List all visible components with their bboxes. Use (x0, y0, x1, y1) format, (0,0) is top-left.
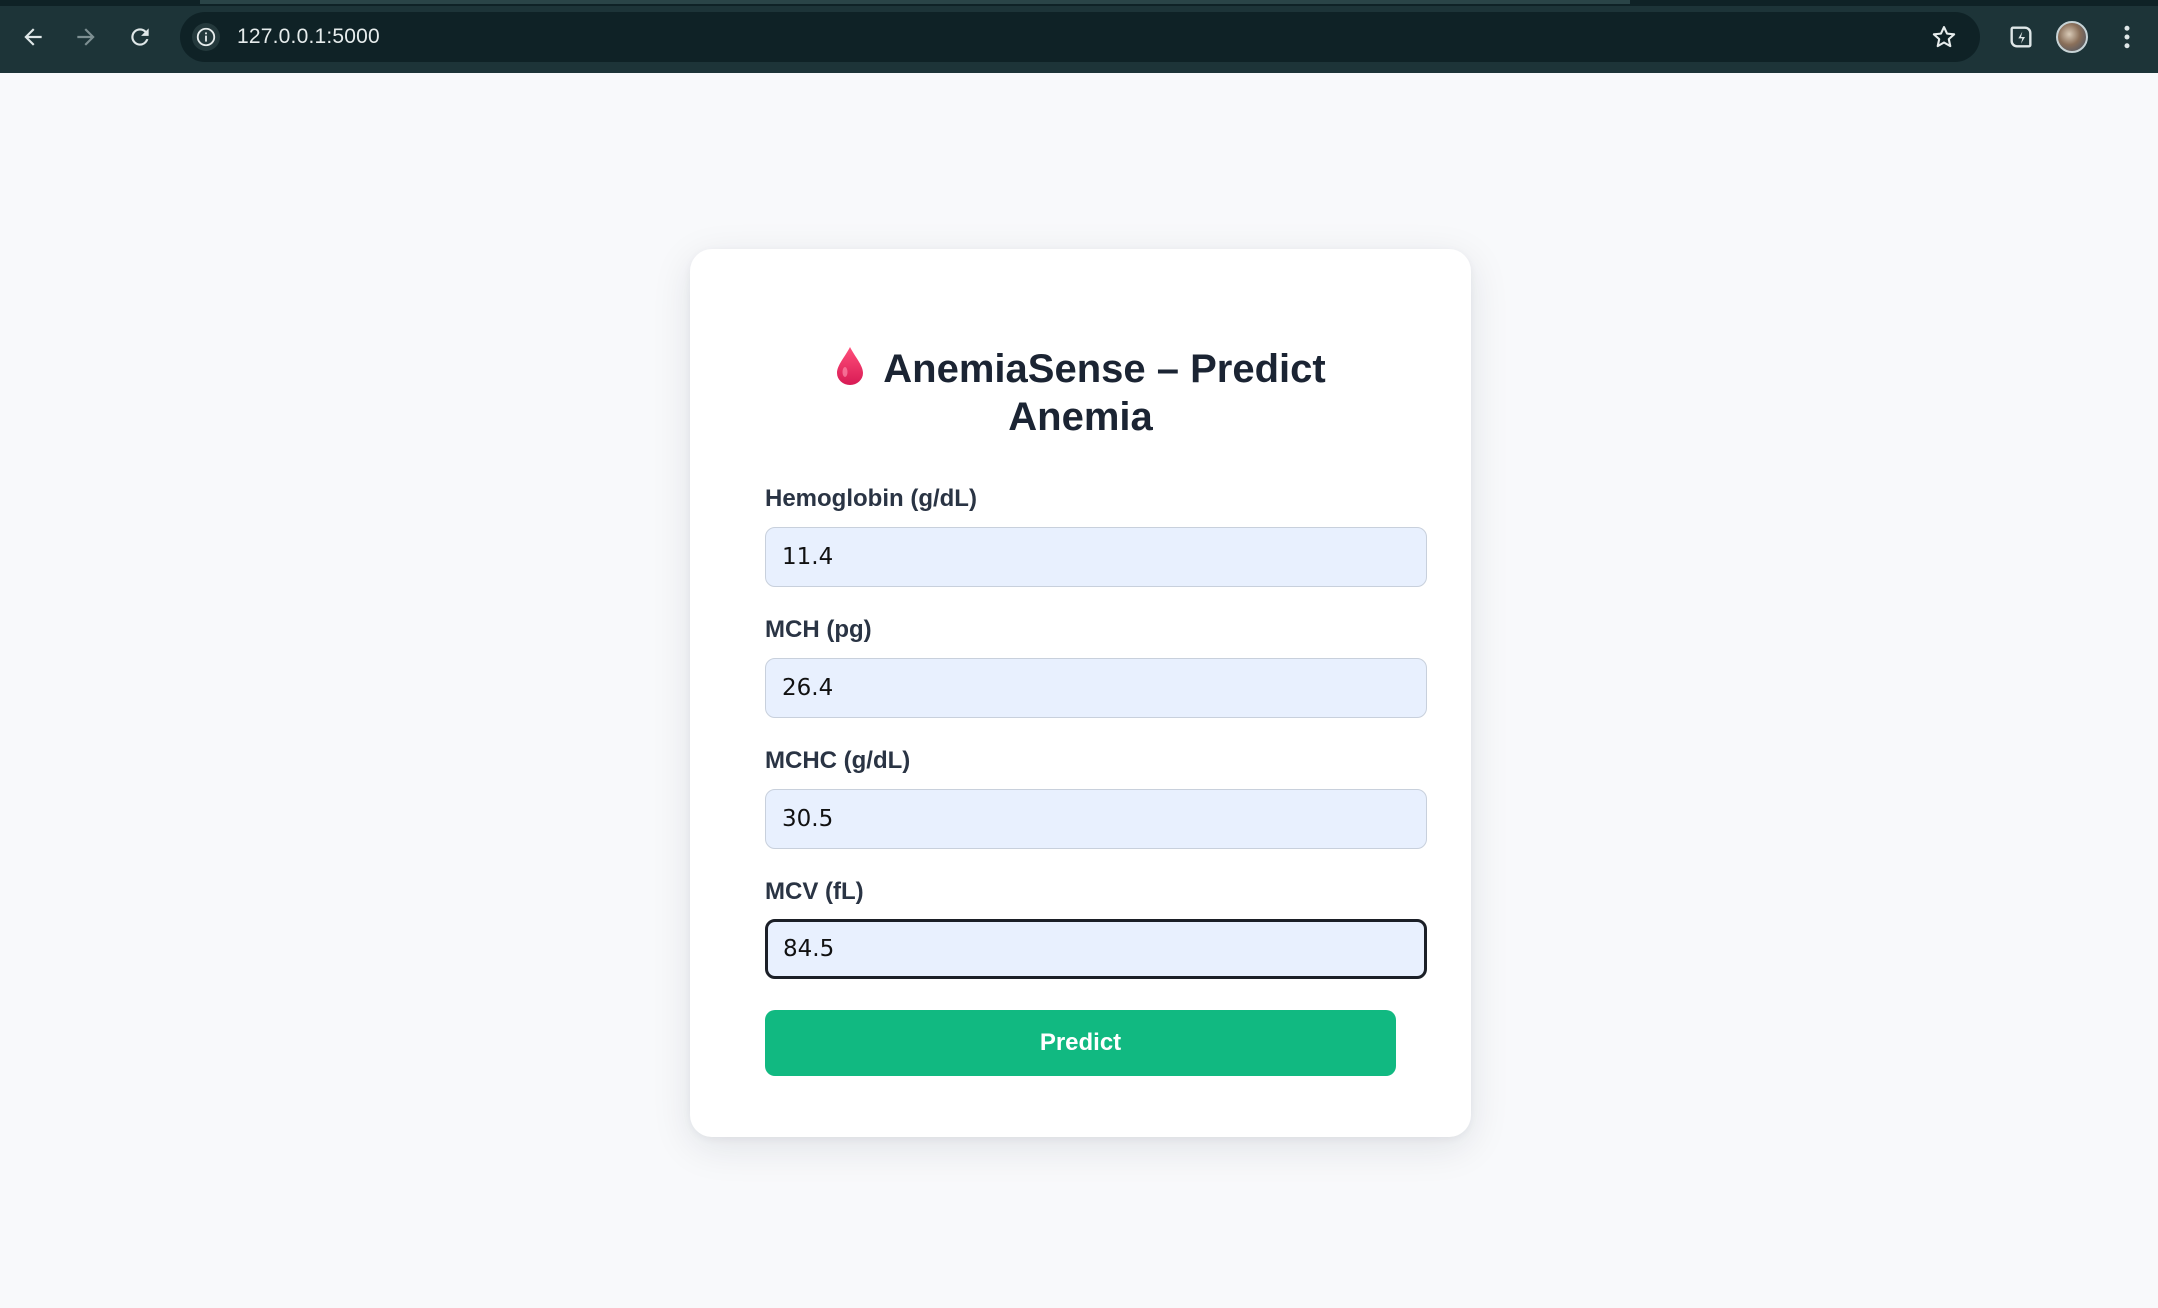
address-bar[interactable]: 127.0.0.1:5000 (180, 12, 1980, 62)
mch-label: MCH (pg) (765, 616, 872, 643)
extension-icon[interactable] (2005, 21, 2037, 53)
mchc-input[interactable] (765, 789, 1427, 849)
reload-icon[interactable] (122, 19, 158, 55)
title-line-1: AnemiaSense – Predict (883, 347, 1326, 391)
back-arrow-icon[interactable] (15, 19, 51, 55)
mcv-input[interactable] (765, 919, 1427, 979)
forward-arrow-icon[interactable] (68, 19, 104, 55)
prediction-card: AnemiaSense – Predict Anemia Hemoglobin … (690, 249, 1471, 1137)
hemoglobin-label: Hemoglobin (g/dL) (765, 485, 977, 512)
mcv-label: MCV (fL) (765, 878, 864, 905)
mch-input[interactable] (765, 658, 1427, 718)
title-line-2: Anemia (1008, 395, 1153, 439)
kebab-menu-icon[interactable] (2112, 22, 2142, 52)
page-title: AnemiaSense – Predict Anemia (690, 345, 1471, 441)
predict-button[interactable]: Predict (765, 1010, 1396, 1076)
url-text[interactable]: 127.0.0.1:5000 (237, 25, 380, 49)
blood-drop-icon (835, 346, 865, 386)
active-tab-edge (200, 0, 1630, 4)
mchc-label: MCHC (g/dL) (765, 747, 911, 774)
avatar[interactable] (2056, 21, 2088, 53)
info-icon[interactable] (192, 23, 220, 51)
star-icon[interactable] (1930, 23, 1958, 51)
browser-toolbar: 127.0.0.1:5000 (0, 0, 2158, 73)
hemoglobin-input[interactable] (765, 527, 1427, 587)
